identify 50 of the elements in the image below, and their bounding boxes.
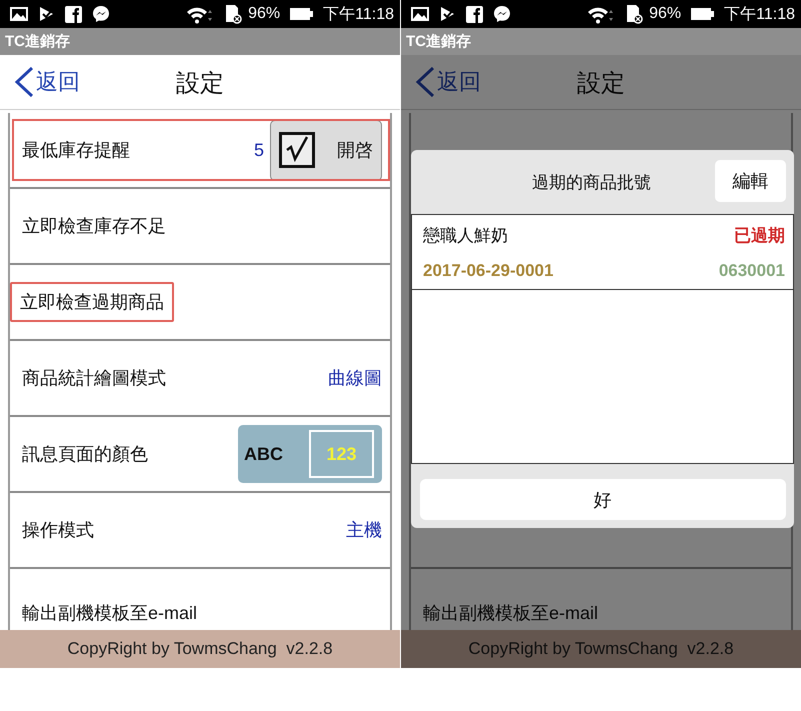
product-code: 0630001 (718, 260, 785, 280)
expired-status: 已過期 (734, 224, 785, 246)
sample-text: ABC (244, 444, 283, 464)
setting-value[interactable]: 5 (254, 140, 264, 160)
setting-label: 立即檢查庫存不足 (21, 215, 167, 238)
setting-label: 輸出副機模板至e-mail (21, 602, 198, 625)
facebook-icon (466, 6, 483, 22)
back-button[interactable]: 返回 (413, 66, 481, 98)
setting-label: 最低庫存提醒 (21, 139, 131, 162)
battery-icon (691, 6, 714, 22)
back-button[interactable]: 返回 (12, 66, 80, 98)
copyright-text: CopyRight by TowmsChang v2.2.8 (67, 639, 333, 659)
sd-card-icon (624, 4, 644, 24)
setting-value[interactable]: 主機 (346, 518, 382, 542)
battery-icon (290, 6, 314, 22)
page-title: 設定 (176, 69, 224, 99)
setting-label: 立即檢查過期商品 (10, 282, 174, 322)
app-title: TC進銷存 (4, 32, 70, 51)
batch-number: 2017-06-29-0001 (423, 260, 554, 280)
edit-button[interactable]: 編輯 (715, 160, 786, 202)
clock: 下午11:18 (724, 4, 795, 24)
page-title: 設定 (577, 69, 625, 99)
facebook-icon (65, 6, 82, 22)
batch-item[interactable]: 戀職人鮮奶 已過期 2017-06-29-0001 0630001 (412, 215, 793, 290)
battery-percent: 96% (649, 5, 682, 23)
setting-value[interactable]: 曲線圖 (328, 366, 382, 390)
color-sample[interactable]: ABC 123 (238, 425, 382, 483)
setting-label: 操作模式 (21, 519, 95, 542)
setting-label: 訊息頁面的顏色 (21, 443, 149, 466)
ok-button[interactable]: 好 (420, 479, 786, 520)
setting-label: 輸出副機模板至e-mail (422, 602, 600, 625)
app-title: TC進銷存 (405, 32, 471, 51)
missed-call-icon (439, 5, 456, 23)
messenger-icon (92, 5, 110, 23)
sample-number: 123 (309, 430, 374, 478)
messenger-icon (493, 5, 511, 23)
sd-card-icon (223, 4, 242, 24)
copyright-text: CopyRight by TowmsChang v2.2.8 (468, 639, 734, 659)
back-chevron-icon (413, 66, 435, 98)
image-icon (10, 5, 28, 23)
checkbox-icon (279, 132, 315, 168)
missed-call-icon (38, 5, 55, 23)
product-name: 戀職人鮮奶 (423, 224, 508, 246)
toggle-button[interactable]: 開啓 (270, 120, 382, 180)
back-chevron-icon (12, 66, 34, 98)
battery-percent: 96% (248, 5, 280, 23)
clock: 下午11:18 (323, 4, 394, 24)
dialog-title: 過期的商品批號 (532, 172, 651, 194)
setting-label: 商品統計繪圖模式 (21, 367, 167, 390)
image-icon (411, 5, 429, 23)
